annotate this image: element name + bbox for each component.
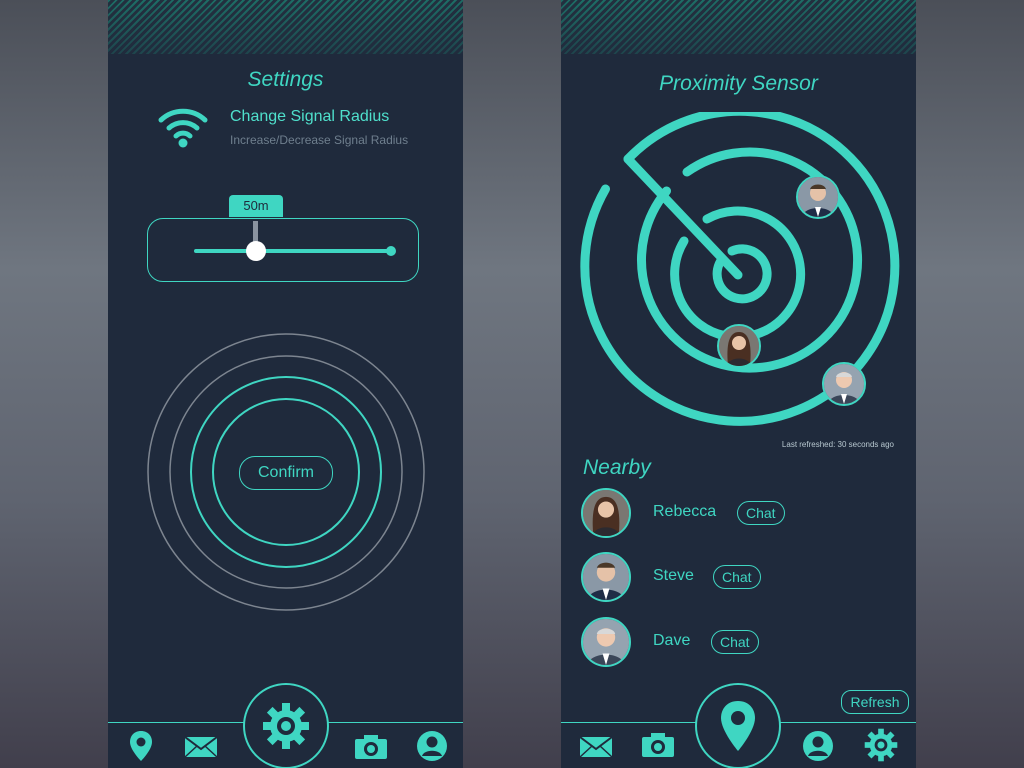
slider-thumb[interactable]: [246, 241, 266, 261]
proximity-screen: Proximity Sensor Last refreshed: 30 seco…: [561, 0, 916, 768]
nearby-heading: Nearby: [583, 456, 651, 479]
page-title: Settings: [247, 68, 324, 91]
setting-subtitle: Increase/Decrease Signal Radius: [230, 133, 409, 147]
avatar[interactable]: [581, 552, 631, 602]
page-title: Proximity Sensor: [659, 72, 818, 95]
radar-avatar-steve[interactable]: [796, 175, 840, 219]
location-pin-icon[interactable]: [128, 730, 154, 762]
mail-icon[interactable]: [579, 736, 613, 758]
slider-track[interactable]: [194, 249, 391, 253]
chat-button[interactable]: Chat: [711, 630, 759, 654]
avatar[interactable]: [581, 488, 631, 538]
person-name: Steve: [653, 567, 694, 584]
location-pin-icon: [721, 701, 755, 751]
last-refreshed-text: Last refreshed: 30 seconds ago: [781, 440, 894, 449]
chat-button[interactable]: Chat: [713, 565, 761, 589]
user-icon[interactable]: [416, 730, 448, 762]
wifi-icon: [158, 108, 208, 148]
location-pin-button[interactable]: [695, 683, 781, 768]
person-name: Dave: [653, 632, 691, 649]
list-item: Rebecca Chat: [581, 488, 901, 538]
header-banner: [561, 0, 916, 54]
radar-avatar-dave[interactable]: [822, 362, 866, 406]
avatar[interactable]: [581, 617, 631, 667]
settings-screen: Settings Change Signal Radius Increase/D…: [108, 0, 463, 768]
refresh-button[interactable]: Refresh: [841, 690, 909, 714]
settings-gear-icon[interactable]: [864, 728, 898, 762]
mail-icon[interactable]: [184, 736, 218, 758]
person-name: Rebecca: [653, 503, 717, 520]
header-banner: [108, 0, 463, 54]
slider-value-tag: 50m: [229, 195, 283, 217]
camera-icon[interactable]: [641, 732, 675, 758]
setting-title: Change Signal Radius: [230, 108, 390, 125]
list-item: Dave Chat: [581, 617, 901, 667]
chat-button[interactable]: Chat: [737, 501, 785, 525]
list-item: Steve Chat: [581, 552, 901, 602]
camera-icon[interactable]: [354, 734, 388, 760]
settings-gear-icon: [263, 703, 309, 749]
radar-avatar-rebecca[interactable]: [717, 324, 761, 368]
signal-radius-slider[interactable]: [147, 218, 419, 282]
settings-gear-button[interactable]: [243, 683, 329, 768]
confirm-button[interactable]: Confirm: [239, 456, 333, 490]
slider-track-end: [386, 246, 396, 256]
user-icon[interactable]: [802, 730, 834, 762]
